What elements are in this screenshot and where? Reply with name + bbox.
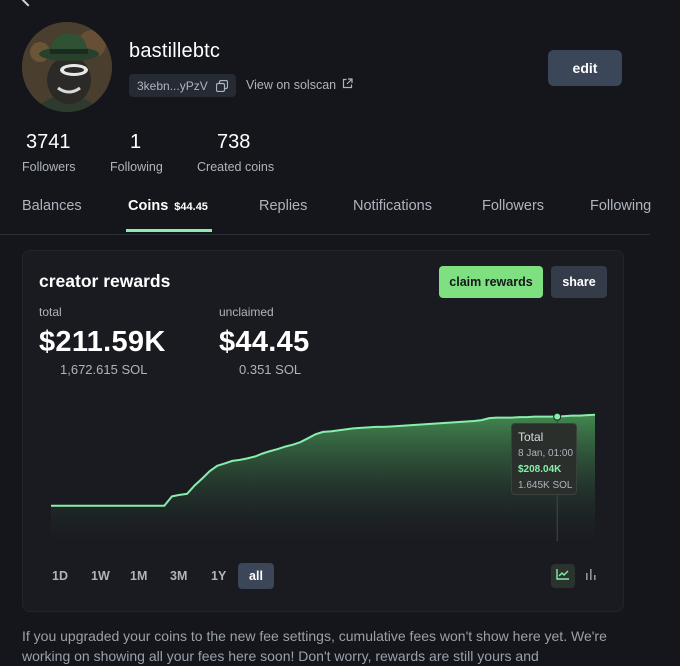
tab-notifications[interactable]: Notifications: [353, 198, 432, 214]
line-chart-view-button[interactable]: [551, 564, 575, 588]
tab-coins-label: Coins: [128, 198, 169, 214]
followers-count: 3741: [26, 131, 71, 153]
tooltip-sol: 1.645K SOL: [518, 480, 573, 491]
tab-balances[interactable]: Balances: [22, 198, 82, 214]
hover-point: [553, 412, 562, 421]
view-on-solscan-label: View on solscan: [246, 78, 337, 92]
unclaimed-label: unclaimed: [219, 305, 274, 319]
tab-following[interactable]: Following: [590, 198, 651, 214]
profile-tabs: Balances Coins $44.45 Replies Notificatio…: [0, 192, 651, 235]
created-coins-count: 738: [217, 131, 251, 153]
total-usd: $211.59K: [39, 326, 166, 358]
stat-created-coins[interactable]: 738 Created coins: [197, 131, 274, 174]
wallet-address: 3kebn...yPzV: [137, 78, 208, 93]
view-on-solscan-link[interactable]: View on solscan: [246, 78, 353, 92]
stat-followers[interactable]: 3741 Followers: [22, 131, 76, 174]
total-sol: 1,672.615 SOL: [60, 362, 148, 377]
stat-following[interactable]: 1 Following: [110, 131, 163, 174]
wallet-address-pill[interactable]: 3kebn...yPzV: [129, 74, 236, 97]
avatar: [22, 22, 112, 112]
tooltip-usd: $208.04K: [518, 464, 562, 475]
bar-chart-view-button[interactable]: [579, 564, 603, 588]
tab-followers[interactable]: Followers: [482, 198, 544, 214]
line-chart-icon: [556, 567, 570, 585]
active-tab-indicator: [126, 229, 212, 232]
bar-chart-icon: [585, 567, 597, 585]
back-chevron-icon[interactable]: [19, 0, 37, 7]
tooltip-title: Total: [518, 430, 544, 444]
tab-coins[interactable]: Coins $44.45: [128, 198, 208, 214]
range-3m-button[interactable]: 3M: [161, 563, 196, 589]
share-button[interactable]: share: [551, 266, 607, 298]
chart-tooltip: Total 8 Jan, 01:00 $208.04K 1.645K SOL: [511, 423, 577, 495]
following-label: Following: [110, 160, 163, 174]
tooltip-date: 8 Jan, 01:00: [518, 448, 574, 459]
unclaimed-metric: unclaimed $44.45 0.351 SOL: [219, 305, 310, 377]
following-count: 1: [130, 131, 142, 153]
creator-rewards-card: creator rewards claim rewards share tota…: [22, 250, 624, 612]
copy-icon[interactable]: [215, 79, 228, 92]
range-all-button[interactable]: all: [238, 563, 274, 589]
created-coins-label: Created coins: [197, 160, 275, 174]
fee-settings-notice: If you upgraded your coins to the new fe…: [22, 628, 607, 664]
range-1m-button[interactable]: 1M: [121, 563, 156, 589]
range-1y-button[interactable]: 1Y: [202, 563, 235, 589]
edit-profile-button[interactable]: edit: [548, 50, 622, 86]
range-1w-button[interactable]: 1W: [82, 563, 119, 589]
claim-rewards-button[interactable]: claim rewards: [439, 266, 543, 298]
unclaimed-usd: $44.45: [219, 326, 310, 358]
total-metric: total $211.59K 1,672.615 SOL: [39, 305, 166, 377]
tab-coins-badge: $44.45: [174, 201, 208, 213]
unclaimed-sol: 0.351 SOL: [239, 362, 302, 377]
total-label: total: [39, 305, 62, 319]
external-link-icon: [342, 78, 353, 92]
username: bastillebtc: [129, 40, 221, 62]
followers-label: Followers: [22, 160, 76, 174]
range-1d-button[interactable]: 1D: [43, 563, 77, 589]
tab-replies[interactable]: Replies: [259, 198, 307, 214]
card-title: creator rewards: [39, 271, 171, 291]
